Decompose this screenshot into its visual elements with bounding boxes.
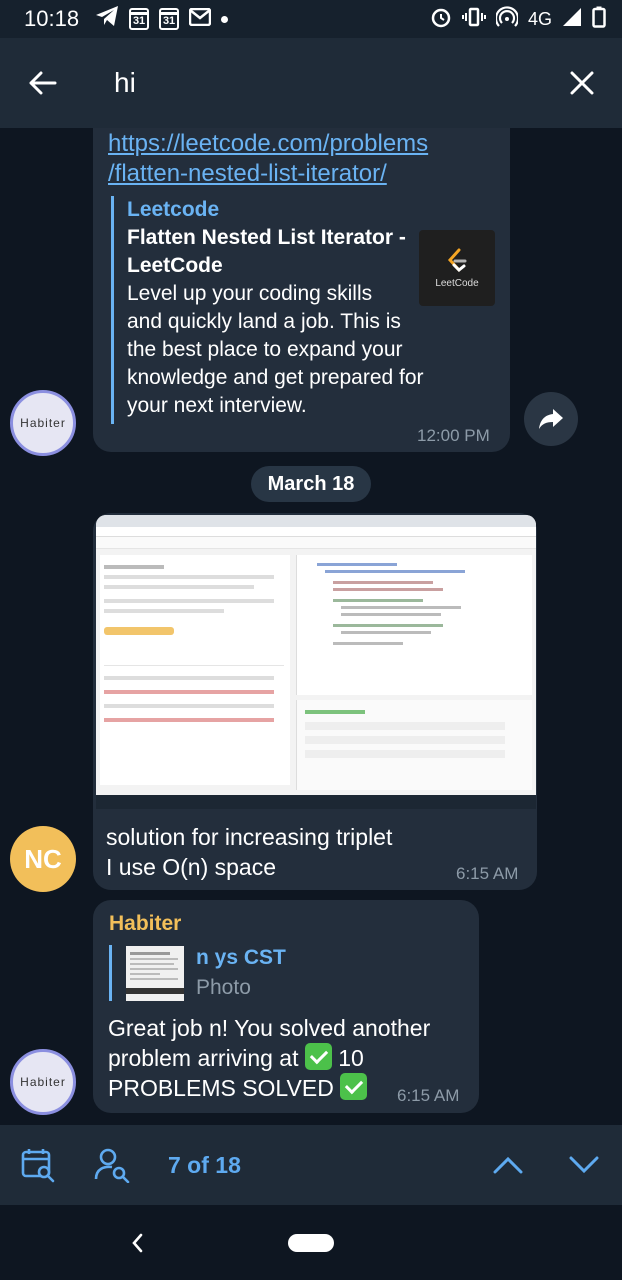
system-back-button[interactable]	[126, 1231, 150, 1255]
reply-to-name: n ys CST	[196, 946, 286, 969]
message-time: 6:15 AM	[456, 864, 519, 883]
message-link[interactable]: https://leetcode.com/problems /flatten-n…	[108, 129, 498, 189]
search-by-date-button[interactable]	[18, 1145, 58, 1185]
user-search-icon	[94, 1148, 130, 1183]
arrow-left-icon	[29, 71, 57, 95]
home-button[interactable]	[288, 1233, 334, 1252]
share-button[interactable]	[524, 392, 578, 446]
previous-result-button[interactable]	[488, 1145, 528, 1185]
telegram-icon	[95, 5, 119, 33]
reply-quote[interactable]: n ys CST Photo	[109, 945, 449, 1001]
chevron-left-icon	[132, 1233, 143, 1253]
message-time: 6:15 AM	[397, 1086, 460, 1105]
checkmark-emoji-icon	[304, 1043, 332, 1070]
preview-thumbnail: LeetCode	[419, 230, 495, 306]
calendar-icon: 31	[129, 8, 150, 30]
hotspot-icon	[494, 5, 520, 33]
search-navigation-bar: 7 of 18	[0, 1125, 622, 1205]
gmail-icon	[188, 6, 212, 32]
preview-site-name: Leetcode	[127, 198, 220, 221]
avatar[interactable]: Habiter	[10, 1049, 76, 1115]
network-label: 4G	[527, 8, 552, 29]
vibrate-icon	[461, 7, 486, 32]
avatar[interactable]: NC	[10, 826, 76, 892]
status-time: 10:18	[24, 6, 80, 31]
clear-search-button[interactable]	[542, 38, 622, 128]
calendar-search-icon	[21, 1149, 55, 1183]
chevron-up-icon	[493, 1156, 523, 1174]
chat-messages[interactable]: https://leetcode.com/problems /flatten-n…	[0, 128, 622, 1125]
checkmark-emoji-icon	[340, 1073, 368, 1100]
search-input[interactable]: hi	[114, 67, 542, 99]
sender-name[interactable]: Habiter	[109, 912, 181, 936]
next-result-button[interactable]	[564, 1145, 604, 1185]
alarm-icon	[430, 6, 452, 33]
battery-icon	[592, 6, 606, 33]
date-separator: March 18	[251, 466, 371, 502]
reply-thumbnail	[126, 946, 184, 1001]
search-by-member-button[interactable]	[92, 1145, 132, 1185]
close-icon	[570, 71, 594, 95]
photo-attachment[interactable]	[96, 515, 536, 809]
avatar[interactable]: Habiter	[10, 390, 76, 456]
status-bar: 10:18 31 31 4G	[0, 0, 622, 38]
back-button[interactable]	[0, 38, 86, 128]
system-navigation-bar	[0, 1205, 622, 1280]
notification-dot-icon	[221, 15, 229, 23]
search-result-counter: 7 of 18	[168, 1151, 241, 1178]
message-time: 12:00 PM	[417, 426, 490, 445]
chevron-down-icon	[569, 1156, 599, 1174]
thumbnail-label: LeetCode	[435, 277, 479, 289]
leetcode-logo-icon	[447, 248, 467, 272]
calendar-icon: 31	[159, 8, 180, 30]
reply-to-type: Photo	[196, 976, 251, 999]
search-header: hi	[0, 38, 622, 128]
signal-icon	[562, 7, 582, 32]
share-icon	[539, 409, 563, 429]
